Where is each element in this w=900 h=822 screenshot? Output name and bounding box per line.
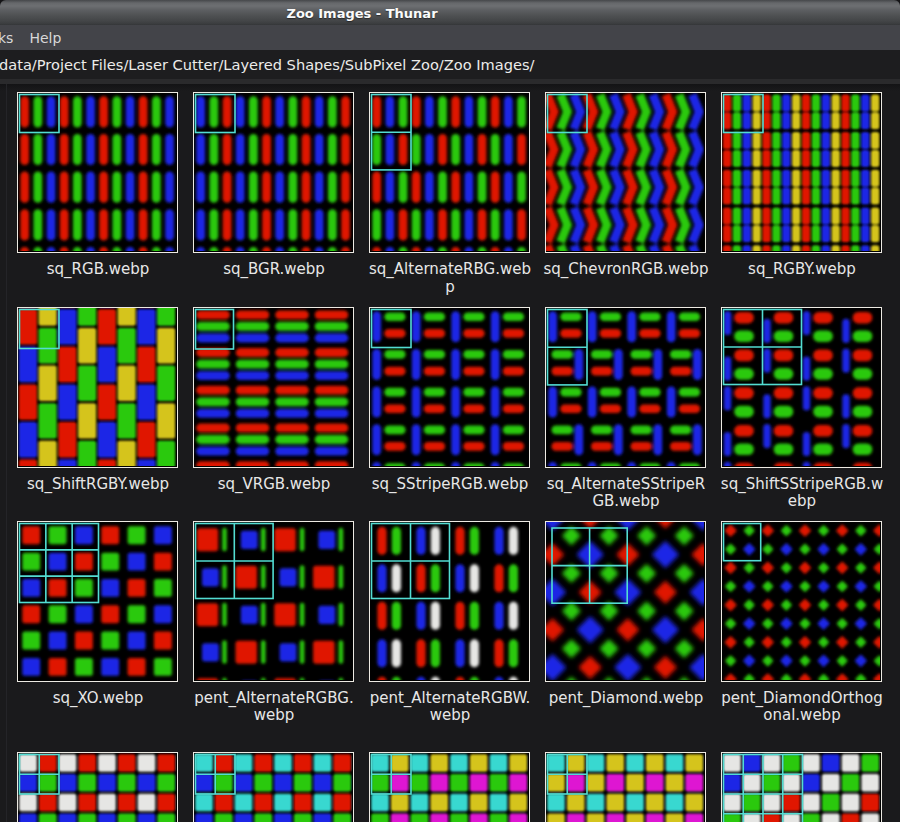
side-pane-separator — [6, 84, 7, 822]
file-item[interactable] — [193, 752, 355, 822]
file-thumbnail[interactable] — [17, 752, 178, 822]
file-name-label[interactable]: pent_AlternateRGBG.webp — [186, 690, 362, 725]
title-bar[interactable]: Zoo Images - Thunar — [0, 0, 900, 25]
file-item[interactable]: sq_ChevronRGB.webp — [545, 92, 707, 253]
file-thumbnail[interactable] — [369, 92, 530, 253]
file-item[interactable]: sq_AlternateSStripeRGB.webp — [545, 307, 707, 468]
file-name-label[interactable]: sq_VRGB.webp — [186, 476, 362, 494]
file-thumbnail[interactable] — [721, 307, 882, 468]
file-name-label[interactable]: pent_AlternateRGBW.webp — [362, 690, 538, 725]
file-item[interactable]: sq_RGBY.webp — [721, 92, 883, 253]
file-name-label[interactable]: pent_Diamond.webp — [538, 690, 714, 708]
file-item[interactable]: sq_XO.webp — [17, 521, 179, 682]
file-name-label[interactable]: sq_ShiftRGBY.webp — [10, 476, 186, 494]
file-item[interactable]: sq_ShiftRGBY.webp — [17, 307, 179, 468]
file-name-label[interactable]: pent_DiamondOrthogonal.webp — [714, 690, 890, 725]
file-name-label[interactable]: sq_ChevronRGB.webp — [538, 261, 714, 279]
file-thumbnail[interactable] — [545, 752, 706, 822]
file-thumbnail[interactable] — [193, 752, 354, 822]
file-item[interactable] — [545, 752, 707, 822]
file-item[interactable] — [721, 752, 883, 822]
file-name-label[interactable]: sq_BGR.webp — [186, 261, 362, 279]
file-thumbnail[interactable] — [369, 307, 530, 468]
file-item[interactable]: sq_ShiftSStripeRGB.webp — [721, 307, 883, 468]
menu-item-bookmarks-clipped[interactable]: ks — [0, 25, 21, 50]
menu-item-help[interactable]: Help — [21, 25, 69, 50]
file-thumbnail[interactable] — [545, 521, 706, 682]
file-thumbnail[interactable] — [193, 92, 354, 253]
file-thumbnail[interactable] — [721, 92, 882, 253]
file-item[interactable]: sq_SStripeRGB.webp — [369, 307, 531, 468]
file-name-label[interactable]: sq_XO.webp — [10, 690, 186, 708]
file-thumbnail[interactable] — [721, 521, 882, 682]
file-name-label[interactable]: sq_SStripeRGB.webp — [362, 476, 538, 494]
thunar-window: Zoo Images - Thunar ks Help data/Project… — [0, 0, 900, 822]
location-path[interactable]: data/Project Files/Laser Cutter/Layered … — [0, 56, 535, 73]
file-item[interactable]: sq_AlternateRBG.webp — [369, 92, 531, 253]
file-name-label[interactable]: sq_AlternateRBG.webp — [362, 261, 538, 296]
file-item[interactable] — [17, 752, 179, 822]
window-title: Zoo Images - Thunar — [286, 5, 437, 20]
file-name-label[interactable]: sq_AlternateSStripeRGB.webp — [538, 476, 714, 511]
file-icon-view[interactable]: sq_RGB.webpsq_BGR.webpsq_AlternateRBG.we… — [0, 84, 900, 822]
file-thumbnail[interactable] — [721, 752, 882, 822]
file-item[interactable]: pent_DiamondOrthogonal.webp — [721, 521, 883, 682]
file-item[interactable]: pent_AlternateRGBW.webp — [369, 521, 531, 682]
file-thumbnail[interactable] — [17, 521, 178, 682]
file-thumbnail[interactable] — [193, 521, 354, 682]
file-thumbnail[interactable] — [369, 752, 530, 822]
file-name-label[interactable]: sq_RGBY.webp — [714, 261, 890, 279]
file-thumbnail[interactable] — [545, 92, 706, 253]
file-item[interactable]: sq_RGB.webp — [17, 92, 179, 253]
file-item[interactable]: sq_VRGB.webp — [193, 307, 355, 468]
file-thumbnail[interactable] — [17, 92, 178, 253]
file-item[interactable]: sq_BGR.webp — [193, 92, 355, 253]
file-thumbnail[interactable] — [545, 307, 706, 468]
file-thumbnail[interactable] — [193, 307, 354, 468]
file-item[interactable]: pent_AlternateRGBG.webp — [193, 521, 355, 682]
file-name-label[interactable]: sq_ShiftSStripeRGB.webp — [714, 476, 890, 511]
file-item[interactable] — [369, 752, 531, 822]
path-bar[interactable]: data/Project Files/Laser Cutter/Layered … — [0, 50, 900, 79]
file-thumbnail[interactable] — [17, 307, 178, 468]
menu-bar: ks Help — [0, 25, 900, 50]
file-item[interactable]: pent_Diamond.webp — [545, 521, 707, 682]
file-thumbnail[interactable] — [369, 521, 530, 682]
file-name-label[interactable]: sq_RGB.webp — [10, 261, 186, 279]
